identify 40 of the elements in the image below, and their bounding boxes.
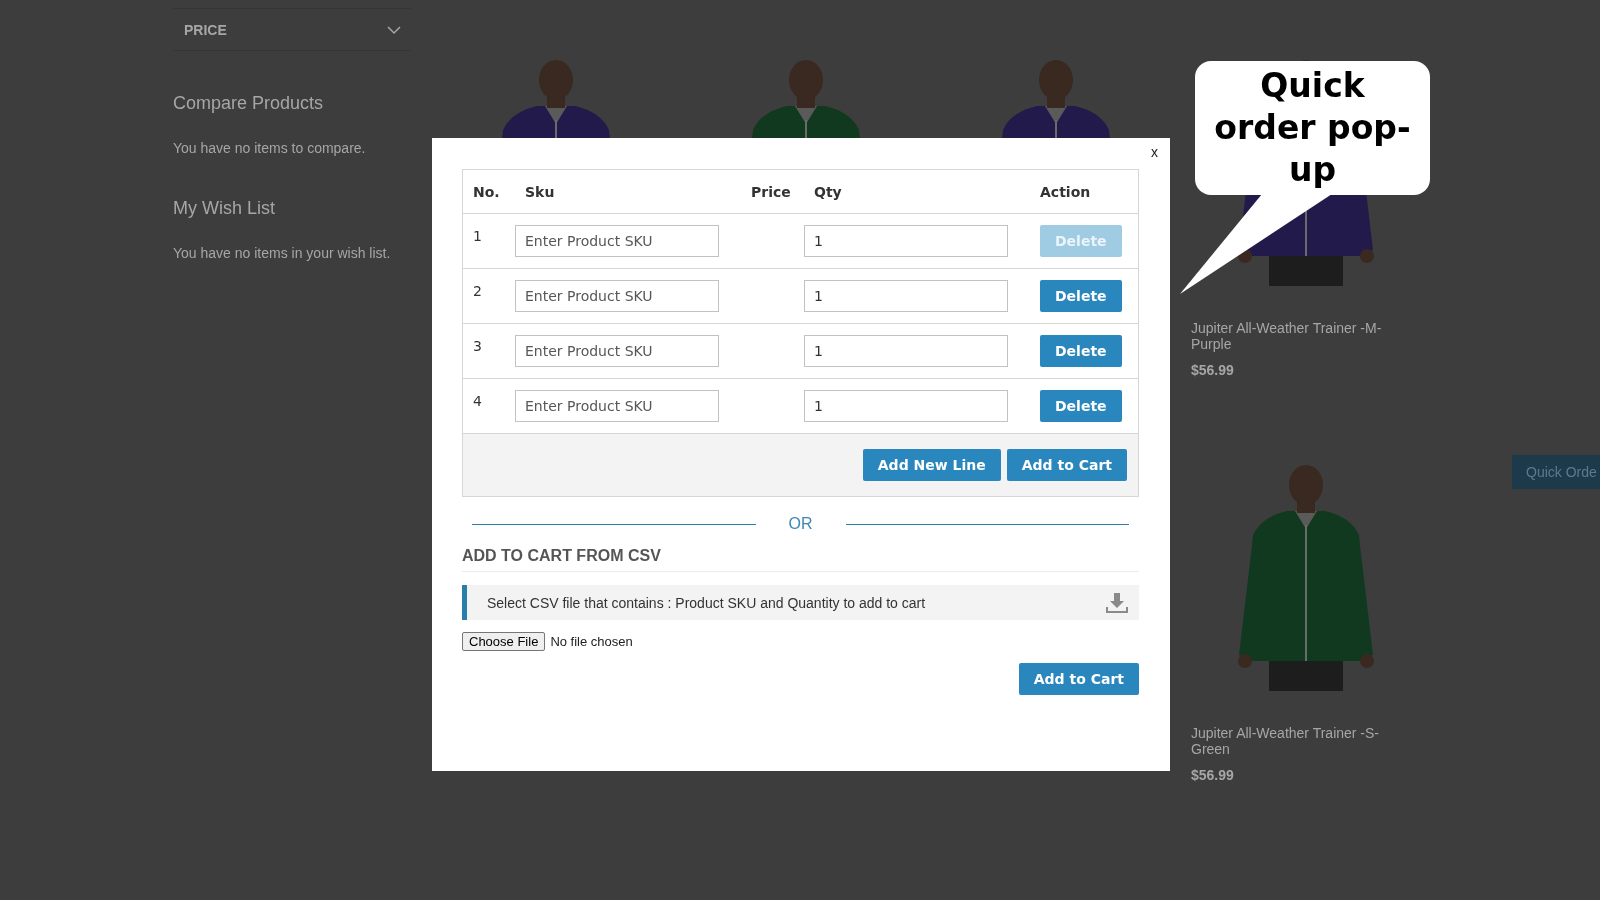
- quick-order-tab[interactable]: Quick Orde: [1512, 455, 1600, 489]
- line-number: 2: [472, 282, 483, 299]
- line-number: 3: [472, 337, 483, 354]
- price-filter[interactable]: PRICE: [173, 8, 411, 51]
- sku-field[interactable]: Enter Product SKU: [515, 335, 719, 367]
- column-header: Qty: [813, 183, 843, 200]
- empty-message: You have no items in your wish list.: [173, 245, 392, 261]
- product-name[interactable]: Jupiter All-Weather Trainer -M-Purple: [1191, 320, 1391, 352]
- note-text: Select CSV file that contains : Product SKU and Quantity to add to cart: [487, 594, 926, 611]
- download-icon[interactable]: [1105, 590, 1129, 615]
- delete-button[interactable]: Delete: [1040, 335, 1122, 367]
- footer-button[interactable]: Add New Line: [862, 449, 1001, 481]
- product-price: $56.99: [1191, 767, 1235, 783]
- choose-file-button[interactable]: Choose File: [462, 632, 546, 651]
- sku-field[interactable]: Enter Product SKU: [515, 280, 719, 312]
- column-header: Sku: [524, 183, 556, 200]
- qty-field[interactable]: 1: [804, 225, 1008, 257]
- empty-message: You have no items to compare.: [173, 140, 367, 156]
- section-heading: ADD TO CART FROM CSV: [462, 547, 1139, 572]
- line-number: 1: [472, 227, 483, 244]
- or-label: OR: [787, 515, 814, 533]
- delete-button[interactable]: Delete: [1040, 280, 1122, 312]
- qty-field[interactable]: 1: [804, 390, 1008, 422]
- section-title: Compare Products: [173, 93, 325, 114]
- close-button[interactable]: x: [1151, 144, 1158, 160]
- qty-field[interactable]: 1: [804, 335, 1008, 367]
- footer-button[interactable]: Add to Cart: [1006, 449, 1127, 481]
- column-header: Action: [1039, 183, 1092, 200]
- section-title: My Wish List: [173, 198, 276, 219]
- sku-field[interactable]: Enter Product SKU: [515, 225, 719, 257]
- file-status: No file chosen: [550, 634, 633, 649]
- qty-field[interactable]: 1: [804, 280, 1008, 312]
- product-name[interactable]: Jupiter All-Weather Trainer -S-Green: [1191, 725, 1391, 757]
- delete-button[interactable]: Delete: [1040, 390, 1122, 422]
- line-number: 4: [472, 392, 483, 409]
- add-to-cart-button[interactable]: Add to Cart: [1018, 663, 1139, 695]
- column-header: No.: [472, 183, 501, 200]
- product-price: $56.99: [1191, 362, 1235, 378]
- column-header: Price: [750, 183, 792, 200]
- sku-field[interactable]: Enter Product SKU: [515, 390, 719, 422]
